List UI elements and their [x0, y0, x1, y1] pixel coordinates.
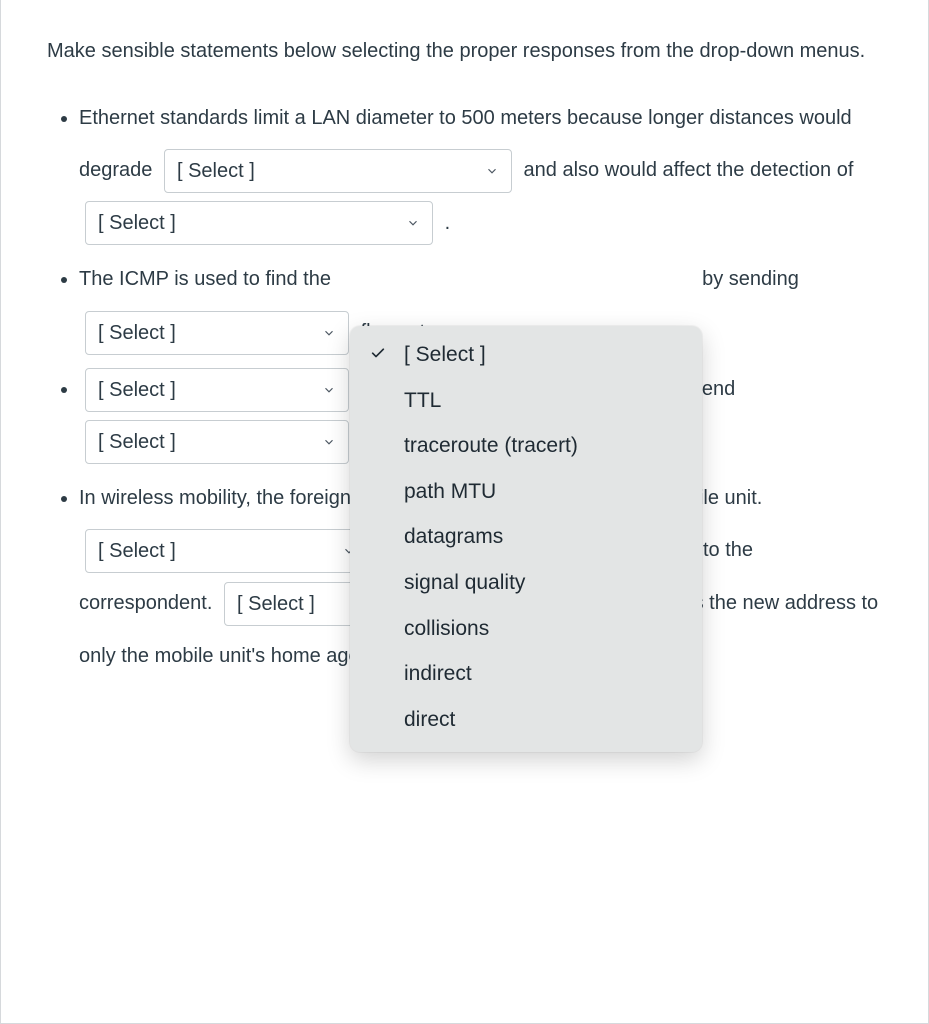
select-b4-a-value: [ Select ]	[98, 539, 176, 563]
chevron-down-icon	[322, 326, 336, 340]
select-b1-a[interactable]: [ Select ]	[164, 149, 512, 193]
dropdown-option-label: datagrams	[404, 525, 503, 548]
dropdown-option[interactable]: traceroute (tracert)	[350, 423, 702, 469]
dropdown-option-label: TTL	[404, 389, 441, 412]
select-b3-b-value: [ Select ]	[98, 430, 176, 454]
dropdown-option-label: path MTU	[404, 480, 496, 503]
bullet-1: Ethernet standards limit a LAN diameter …	[79, 92, 882, 249]
dropdown-option[interactable]: direct	[350, 697, 702, 743]
dropdown-option-label: direct	[404, 708, 455, 731]
chevron-down-icon	[322, 383, 336, 397]
dropdown-option[interactable]: TTL	[350, 378, 702, 424]
select-b2-b[interactable]: [ Select ]	[85, 311, 349, 355]
select-b4-b-value: [ Select ]	[237, 592, 315, 616]
select-b1-b-value: [ Select ]	[98, 211, 176, 235]
b1-text-3: .	[445, 212, 451, 234]
select-b1-b[interactable]: [ Select ]	[85, 201, 433, 245]
dropdown-option-label: collisions	[404, 617, 489, 640]
chevron-down-icon	[406, 216, 420, 230]
b2-text-1: The ICMP is used to find the	[79, 268, 337, 290]
dropdown-option[interactable]: collisions	[350, 606, 702, 652]
select-b3-a[interactable]: [ Select ]	[85, 368, 349, 412]
dropdown-option-label: [ Select ]	[404, 343, 486, 366]
chevron-down-icon	[485, 164, 499, 178]
dropdown-option[interactable]: indirect	[350, 651, 702, 697]
dropdown-option[interactable]: signal quality	[350, 560, 702, 606]
select-b3-b[interactable]: [ Select ]	[85, 420, 349, 464]
b1-text-2: and also would affect the detection of	[524, 159, 854, 181]
select-b1-a-value: [ Select ]	[177, 159, 255, 183]
dropdown-option-selected[interactable]: [ Select ]	[350, 332, 702, 378]
check-icon	[370, 338, 386, 372]
dropdown-option[interactable]: path MTU	[350, 469, 702, 515]
dropdown-panel[interactable]: [ Select ] TTL traceroute (tracert) path…	[350, 326, 702, 752]
dropdown-option[interactable]: datagrams	[350, 514, 702, 560]
question-frame: Make sensible statements below selecting…	[0, 0, 929, 1024]
instructions-text: Make sensible statements below selecting…	[47, 34, 882, 68]
select-b2-b-value: [ Select ]	[98, 321, 176, 345]
b2-text-2: by sending	[702, 268, 799, 290]
dropdown-option-label: signal quality	[404, 571, 525, 594]
dropdown-option-label: traceroute (tracert)	[404, 434, 578, 457]
select-b4-a[interactable]: [ Select ]	[85, 529, 369, 573]
chevron-down-icon	[322, 435, 336, 449]
select-b3-a-value: [ Select ]	[98, 378, 176, 402]
dropdown-option-label: indirect	[404, 662, 472, 685]
